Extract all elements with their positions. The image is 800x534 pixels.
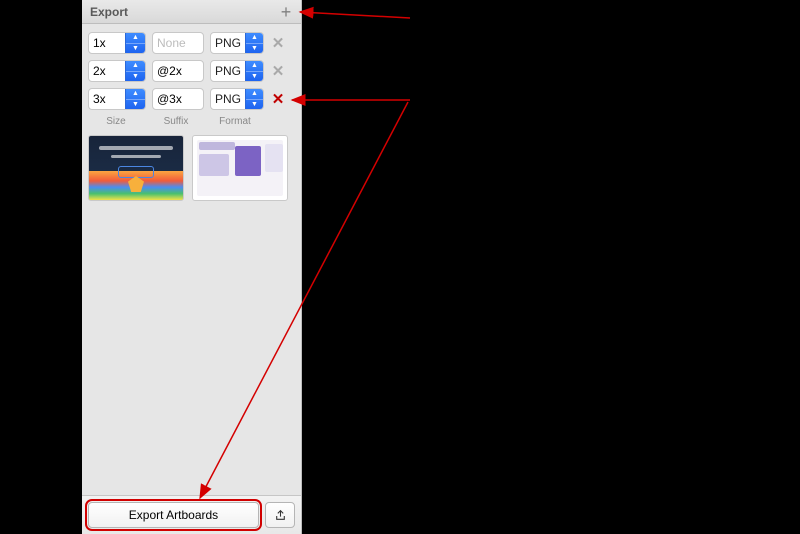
export-panel: Export + ▲▼ PNG ▲▼ ✕ ▲▼ PNG ▲: [82, 0, 302, 534]
suffix-input[interactable]: [152, 60, 204, 82]
size-input[interactable]: [89, 89, 125, 109]
format-column-label: Format: [208, 116, 262, 127]
share-icon: [274, 509, 287, 522]
export-footer: Export Artboards: [82, 495, 301, 534]
stepper-icon[interactable]: ▲▼: [125, 61, 145, 81]
stepper-icon[interactable]: ▲▼: [125, 89, 145, 109]
export-artboards-button[interactable]: Export Artboards: [88, 502, 259, 528]
export-rows: ▲▼ PNG ▲▼ ✕ ▲▼ PNG ▲▼ ✕: [82, 24, 301, 116]
add-export-preset-button[interactable]: +: [277, 3, 295, 21]
export-header: Export +: [82, 0, 301, 24]
size-select[interactable]: ▲▼: [88, 60, 146, 82]
stepper-icon[interactable]: ▲▼: [245, 61, 263, 81]
suffix-input[interactable]: [152, 32, 204, 54]
artboard-thumbnails: [82, 135, 301, 201]
export-row: ▲▼ PNG ▲▼ ✕: [88, 88, 295, 110]
size-select[interactable]: ▲▼: [88, 88, 146, 110]
artboard-thumbnail[interactable]: [192, 135, 288, 201]
export-row: ▲▼ PNG ▲▼ ✕: [88, 60, 295, 82]
column-labels: Size Suffix Format: [82, 116, 301, 135]
format-label: PNG: [211, 61, 245, 81]
stepper-icon[interactable]: ▲▼: [125, 33, 145, 53]
stepper-icon[interactable]: ▲▼: [245, 33, 263, 53]
format-select[interactable]: PNG ▲▼: [210, 88, 264, 110]
size-column-label: Size: [88, 116, 144, 127]
suffix-column-label: Suffix: [150, 116, 202, 127]
remove-row-button[interactable]: ✕: [270, 35, 286, 51]
panel-title: Export: [90, 5, 128, 19]
stepper-icon[interactable]: ▲▼: [245, 89, 263, 109]
format-select[interactable]: PNG ▲▼: [210, 60, 264, 82]
format-select[interactable]: PNG ▲▼: [210, 32, 264, 54]
artboard-thumbnail[interactable]: [88, 135, 184, 201]
size-input[interactable]: [89, 61, 125, 81]
remove-row-button[interactable]: ✕: [270, 91, 286, 107]
size-input[interactable]: [89, 33, 125, 53]
remove-row-button[interactable]: ✕: [270, 63, 286, 79]
format-label: PNG: [211, 89, 245, 109]
share-button[interactable]: [265, 502, 295, 528]
suffix-input[interactable]: [152, 88, 204, 110]
export-row: ▲▼ PNG ▲▼ ✕: [88, 32, 295, 54]
size-select[interactable]: ▲▼: [88, 32, 146, 54]
format-label: PNG: [211, 33, 245, 53]
